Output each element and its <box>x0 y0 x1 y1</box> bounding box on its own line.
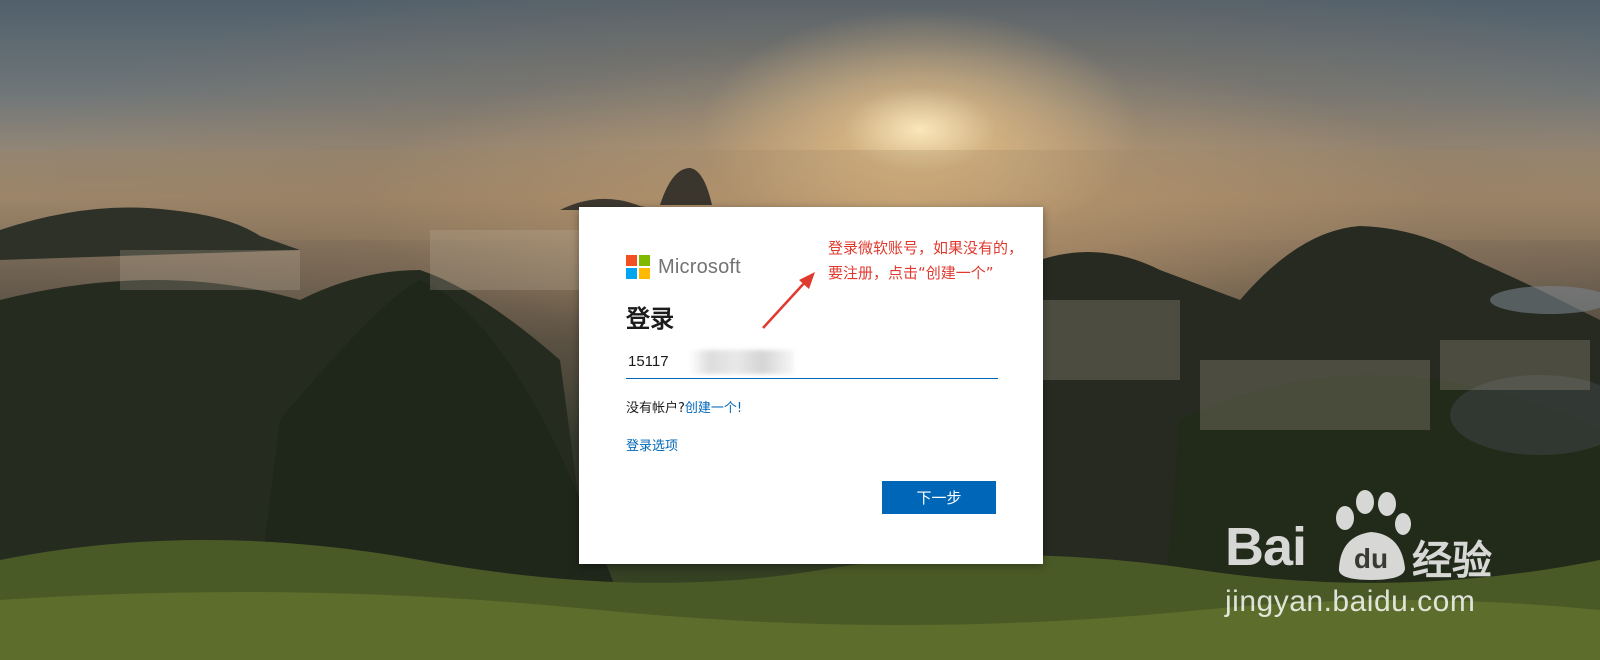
no-account-label: 没有帐户? <box>626 401 685 416</box>
logo-square-red <box>626 255 637 266</box>
microsoft-logo-icon <box>626 255 650 279</box>
create-account-link[interactable]: 创建一个! <box>685 401 742 416</box>
microsoft-wordmark: Microsoft <box>658 255 741 278</box>
logo-square-yellow <box>639 268 650 279</box>
account-input[interactable] <box>626 344 998 379</box>
baidu-jingyan-watermark: Bai du 经验 jingyan.baidu.com <box>1225 488 1525 628</box>
redacted-blur <box>689 350 794 374</box>
signin-options-link[interactable]: 登录选项 <box>626 435 678 454</box>
watermark-brand: Bai <box>1225 517 1307 577</box>
watermark-url: jingyan.baidu.com <box>1225 585 1476 618</box>
page-title: 登录 <box>626 305 674 333</box>
no-account-text: 没有帐户?创建一个! <box>626 397 742 416</box>
paw-du-text: du <box>1354 543 1388 574</box>
next-button[interactable]: 下一步 <box>882 481 996 514</box>
microsoft-logo: Microsoft <box>626 255 741 279</box>
watermark-cn: 经验 <box>1412 538 1492 584</box>
logo-square-blue <box>626 268 637 279</box>
logo-square-green <box>639 255 650 266</box>
baidu-paw-icon: du <box>1336 490 1411 580</box>
annotation-arrow-icon <box>762 272 815 329</box>
annotation-text: 登录微软账号，如果没有的，要注册，点击“创建一个” <box>828 239 1024 282</box>
